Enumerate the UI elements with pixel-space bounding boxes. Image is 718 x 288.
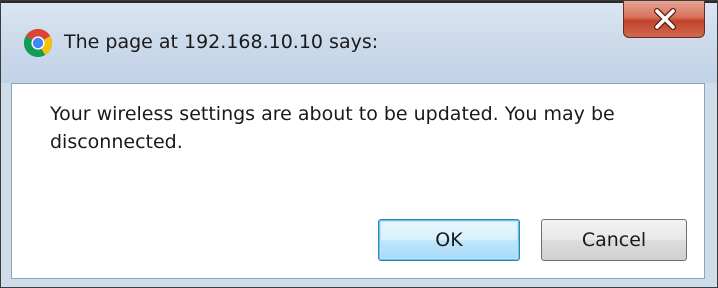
frame-edge-right — [705, 1, 717, 3]
close-button[interactable] — [623, 1, 705, 38]
chrome-icon — [23, 28, 53, 58]
alert-dialog: The page at 192.168.10.10 says: Your wir… — [0, 0, 718, 288]
cancel-button[interactable]: Cancel — [541, 219, 687, 261]
frame-edge — [1, 1, 623, 3]
dialog-body: Your wireless settings are about to be u… — [11, 83, 705, 279]
dialog-titlebar[interactable]: The page at 192.168.10.10 says: — [1, 1, 717, 83]
dialog-title: The page at 192.168.10.10 says: — [64, 31, 379, 53]
ok-button[interactable]: OK — [378, 219, 520, 261]
close-icon — [654, 8, 676, 30]
dialog-message: Your wireless settings are about to be u… — [50, 103, 615, 153]
